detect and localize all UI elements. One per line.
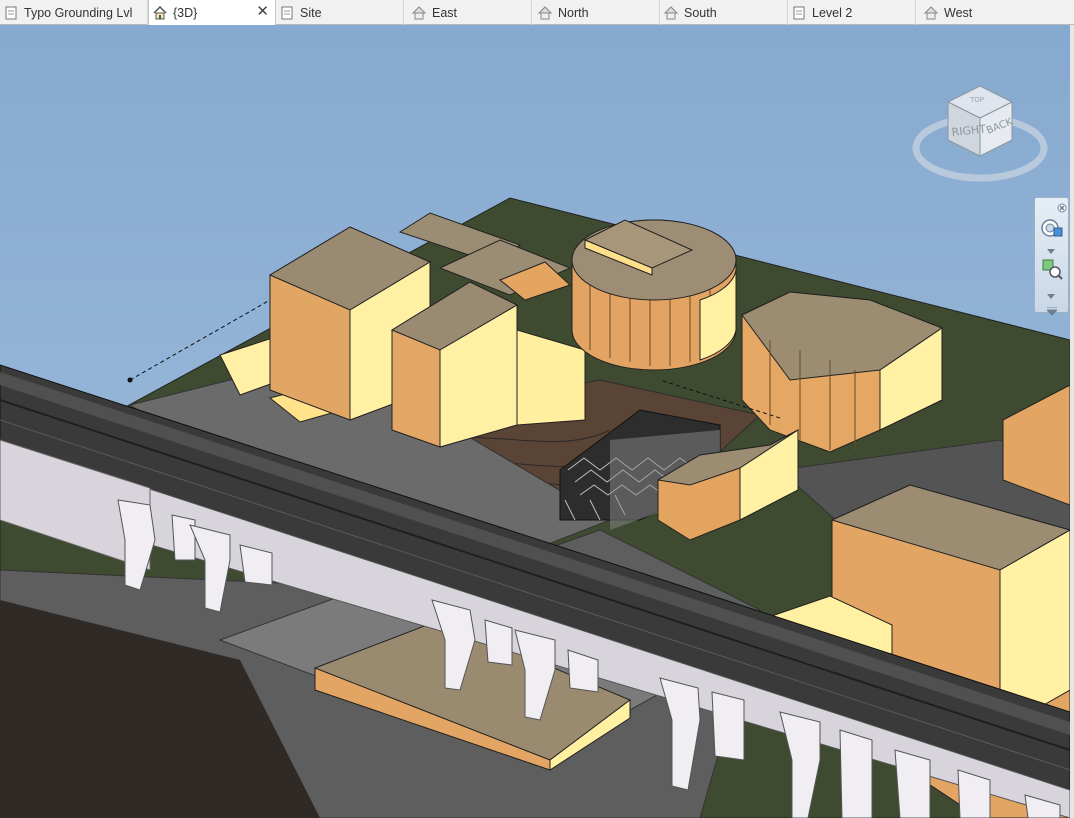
elevation-icon [923, 5, 939, 20]
tab-south[interactable]: South [660, 0, 788, 25]
home-3d-icon [153, 5, 167, 20]
tab-label: {3D} [173, 5, 198, 20]
3d-viewport[interactable] [0, 25, 1070, 818]
view-tab-bar: Typo Grounding Lvl {3D} ✕ Site East Nort… [0, 0, 1074, 25]
elevation-icon [411, 5, 427, 20]
viewcube-top-face[interactable]: TOP [969, 96, 984, 104]
document-icon [792, 6, 806, 20]
tab-3d[interactable]: {3D} ✕ [148, 0, 276, 25]
3d-model-scene [0, 25, 1070, 818]
tab-label: North [558, 5, 589, 20]
navigation-bar [1034, 197, 1069, 316]
tab-label: Level 2 [812, 5, 853, 20]
customize-icon[interactable] [1045, 302, 1059, 320]
elevation-icon [537, 5, 553, 20]
tab-typo-grounding-lvl[interactable]: Typo Grounding Lvl [0, 0, 148, 25]
viewcube[interactable]: RIGHT BACK TOP [912, 80, 1048, 184]
steering-wheel-icon[interactable] [1040, 218, 1064, 245]
close-navbar-icon[interactable] [1057, 200, 1067, 218]
tab-east[interactable]: East [404, 0, 532, 25]
tab-label: East [432, 5, 458, 20]
tab-label: Typo Grounding Lvl [24, 5, 133, 20]
elevation-icon [663, 5, 679, 20]
document-icon [280, 6, 294, 20]
tab-level-2[interactable]: Level 2 [788, 0, 916, 25]
tab-label: Site [300, 5, 322, 20]
zoom-region-icon[interactable] [1041, 258, 1063, 285]
tab-label: West [944, 5, 973, 20]
tab-label: South [684, 5, 717, 20]
tab-west[interactable]: West [916, 0, 1074, 25]
vertical-scrollbar[interactable] [1070, 25, 1074, 818]
document-icon [4, 6, 18, 20]
tab-site[interactable]: Site [276, 0, 404, 25]
close-icon[interactable]: ✕ [256, 4, 269, 20]
tab-north[interactable]: North [532, 0, 660, 25]
